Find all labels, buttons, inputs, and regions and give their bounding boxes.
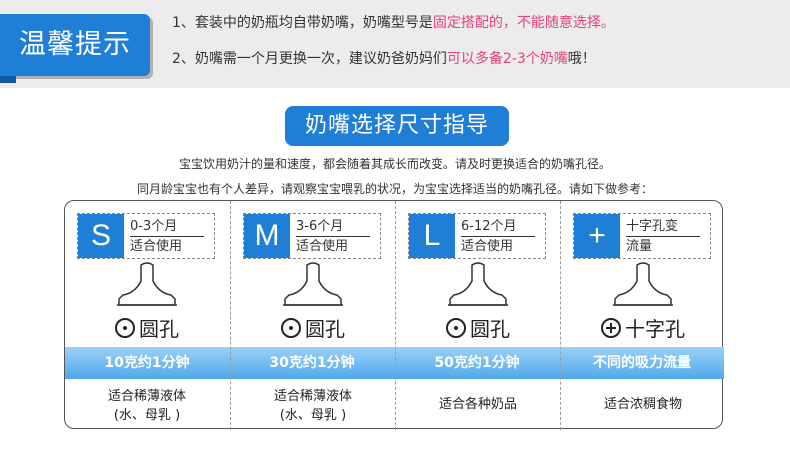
hole-text: 圆孔 — [470, 317, 510, 341]
nipple-icon — [283, 262, 343, 306]
size-age-line1: 0-3个月 — [130, 217, 204, 237]
nipple-icon — [613, 262, 673, 306]
use-line1: 适合浓稠食物 — [603, 397, 682, 412]
dot-hole-icon — [281, 318, 301, 338]
size-age: 3-6个月 适合使用 — [296, 217, 380, 256]
size-age-line1: 6-12个月 — [461, 217, 535, 237]
tip-line-2-text: 2、奶嘴需一个月更换一次，建议奶爸奶妈们 — [172, 51, 447, 67]
size-letter: S — [78, 214, 124, 258]
use-line1: 适合稀薄液体 — [273, 389, 352, 404]
guide-desc-2: 同月龄宝宝也有个人差异，请观察宝宝喂乳的状况，为宝宝选择适当的奶嘴孔径。请如下做… — [136, 182, 653, 196]
size-letter: M — [244, 214, 290, 258]
size-age-line2: 适合使用 — [296, 239, 349, 254]
use-cell: 适合稀薄液体 (水、母乳 ) — [231, 387, 395, 425]
use-line1: 适合稀薄液体 — [107, 389, 186, 404]
size-column-m: M 3-6个月 适合使用 圆孔 适合稀薄液体 (水、母乳 ) — [230, 201, 394, 430]
size-column-s: S 0-3个月 适合使用 圆孔 适合稀薄液体 (水、母乳 ) — [65, 201, 229, 430]
tips-label: 温馨提示 — [0, 14, 150, 83]
hole-label: 十字孔 — [561, 313, 725, 342]
hole-label: 圆孔 — [396, 313, 560, 342]
size-age-line1: 3-6个月 — [296, 217, 370, 237]
tip-line-2-suffix: 哦！ — [567, 51, 596, 67]
size-age: 0-3个月 适合使用 — [130, 217, 214, 256]
hole-text: 十字孔 — [625, 317, 685, 341]
size-age-line2: 流量 — [626, 239, 653, 254]
use-line2: (水、母乳 ) — [279, 408, 347, 423]
nipple-icon — [117, 262, 177, 306]
tips-banner: 温馨提示 1、套装中的奶瓶均自带奶嘴，奶嘴型号是固定搭配的，不能随意选择。 2、… — [0, 0, 790, 88]
size-age-line2: 适合使用 — [461, 239, 514, 254]
hole-label: 圆孔 — [65, 313, 229, 342]
size-letter: L — [409, 214, 455, 258]
guide-title: 奶嘴选择尺寸指导 — [285, 106, 513, 150]
use-cell: 适合各种奶品 — [396, 395, 560, 414]
size-column-cross: + 十字孔变 流量 十字孔 适合浓稠食物 — [560, 201, 724, 430]
dot-hole-icon — [115, 318, 135, 338]
size-age-line1: 十字孔变 — [626, 217, 700, 237]
size-age-line2: 适合使用 — [130, 239, 183, 254]
tip-line-1-text: 1、套装中的奶瓶均自带奶嘴，奶嘴型号是 — [172, 15, 433, 31]
tip-line-2: 2、奶嘴需一个月更换一次，建议奶爸奶妈们可以多备2-3个奶嘴哦！ — [172, 48, 596, 68]
dot-hole-icon — [446, 318, 466, 338]
size-box: L 6-12个月 适合使用 — [408, 213, 546, 259]
size-box: M 3-6个月 适合使用 — [243, 213, 381, 259]
size-age: 十字孔变 流量 — [626, 217, 710, 256]
cross-hole-icon — [601, 318, 621, 338]
tip-line-1: 1、套装中的奶瓶均自带奶嘴，奶嘴型号是固定搭配的，不能随意选择。 — [172, 12, 615, 32]
hole-text: 圆孔 — [139, 317, 179, 341]
tip-line-2-highlight: 可以多备2-3个奶嘴 — [446, 51, 568, 67]
use-cell: 适合稀薄液体 (水、母乳 ) — [65, 387, 229, 425]
size-box: S 0-3个月 适合使用 — [77, 213, 215, 259]
size-column-l: L 6-12个月 适合使用 圆孔 适合各种奶品 — [395, 201, 559, 430]
tip-line-1-highlight: 固定搭配的，不能随意选择。 — [432, 15, 615, 31]
use-line2: (水、母乳 ) — [113, 408, 181, 423]
size-letter: + — [574, 214, 620, 258]
use-line1: 适合各种奶品 — [438, 397, 517, 412]
nipple-icon — [448, 262, 508, 306]
guide-desc-1: 宝宝饮用奶汁的量和速度，都会随着其成长而改变。请及时更换适合的奶嘴孔径。 — [178, 157, 611, 171]
size-age: 6-12个月 适合使用 — [461, 217, 545, 256]
size-box: + 十字孔变 流量 — [573, 213, 711, 259]
hole-text: 圆孔 — [305, 317, 345, 341]
hole-label: 圆孔 — [231, 313, 395, 342]
size-table: 10克约1分钟 30克约1分钟 50克约1分钟 不同的吸力流量 S 0-3个月 … — [64, 200, 724, 430]
use-cell: 适合浓稠食物 — [561, 395, 725, 414]
